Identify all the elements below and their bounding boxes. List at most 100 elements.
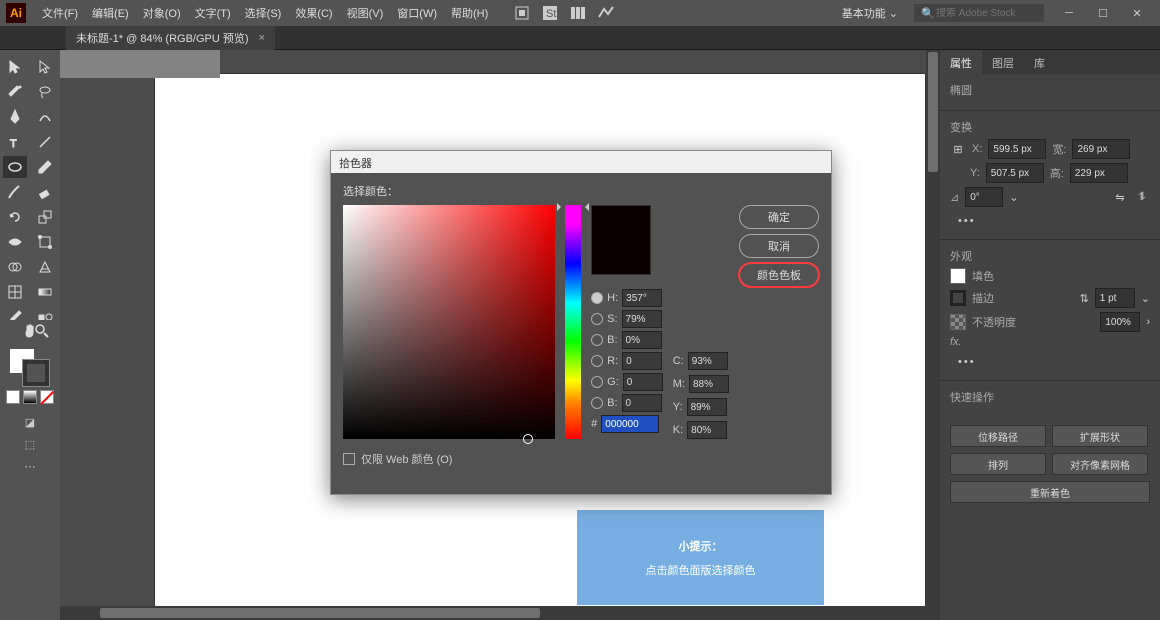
maximize-button[interactable]: ☐ <box>1086 3 1120 23</box>
w-input[interactable] <box>1072 139 1130 159</box>
opacity-dropdown-icon[interactable]: › <box>1146 316 1150 328</box>
y-input[interactable] <box>986 163 1044 183</box>
stroke-color-swatch[interactable] <box>950 290 966 306</box>
b2-input[interactable] <box>622 394 662 412</box>
close-button[interactable]: ✕ <box>1120 3 1154 23</box>
color-mode-none[interactable] <box>40 390 54 404</box>
b2-radio[interactable] <box>591 397 603 409</box>
direct-selection-tool[interactable] <box>33 56 57 78</box>
h-input[interactable] <box>622 289 662 307</box>
web-colors-checkbox[interactable] <box>343 453 355 465</box>
color-mode-solid[interactable] <box>6 390 20 404</box>
angle-input[interactable] <box>965 187 1003 207</box>
selection-tool[interactable] <box>3 56 27 78</box>
link-icon[interactable] <box>950 166 964 180</box>
scale-tool[interactable] <box>33 206 57 228</box>
curvature-tool[interactable] <box>33 106 57 128</box>
pixel-align-button[interactable]: 对齐像素网格 <box>1052 453 1148 475</box>
eraser-tool[interactable] <box>33 181 57 203</box>
flip-h-icon[interactable]: ⇋ <box>1112 189 1128 205</box>
zoom-tool[interactable] <box>32 320 52 342</box>
share-icon[interactable] <box>514 5 530 21</box>
tab-layers[interactable]: 图层 <box>982 50 1024 74</box>
lasso-tool[interactable] <box>33 81 57 103</box>
gradient-tool[interactable] <box>33 281 57 303</box>
scrollbar-vertical[interactable] <box>926 50 940 620</box>
sv-cursor[interactable] <box>523 434 533 444</box>
menu-file[interactable]: 文件(F) <box>36 1 84 25</box>
screenmode-icon[interactable]: ⬚ <box>22 436 38 452</box>
menu-edit[interactable]: 编辑(E) <box>86 1 135 25</box>
arrange-button[interactable]: 排列 <box>950 453 1046 475</box>
reference-point-icon[interactable]: ⊞ <box>950 141 966 157</box>
stock-search-input[interactable] <box>936 8 1036 19</box>
perspective-tool[interactable] <box>33 256 57 278</box>
g-radio[interactable] <box>591 376 603 388</box>
transform-more-icon[interactable]: ••• <box>950 211 1150 231</box>
stroke-stepper-icon[interactable]: ⇅ <box>1080 292 1089 305</box>
document-tab[interactable]: 未标题-1* @ 84% (RGB/GPU 预览) × <box>66 26 275 50</box>
menu-type[interactable]: 文字(T) <box>189 1 237 25</box>
ellipse-tool[interactable] <box>3 156 27 178</box>
stroke-dropdown-icon[interactable]: ⌄ <box>1141 292 1150 305</box>
paintbrush-tool[interactable] <box>3 181 27 203</box>
line-tool[interactable] <box>33 131 57 153</box>
fill-color-swatch[interactable] <box>950 268 966 284</box>
rotate-tool[interactable] <box>3 206 27 228</box>
m-input[interactable] <box>689 375 729 393</box>
gpu-icon[interactable] <box>598 5 614 21</box>
appearance-more-icon[interactable]: ••• <box>950 352 1150 372</box>
k-input[interactable] <box>687 421 727 439</box>
expand-shape-button[interactable]: 扩展形状 <box>1052 425 1148 447</box>
arrange-icon[interactable] <box>570 5 586 21</box>
r-input[interactable] <box>622 352 662 370</box>
b-input[interactable] <box>622 331 662 349</box>
menu-help[interactable]: 帮助(H) <box>445 1 494 25</box>
recolor-button[interactable]: 重新着色 <box>950 481 1150 503</box>
pen-tool[interactable] <box>3 106 27 128</box>
menu-object[interactable]: 对象(O) <box>137 1 187 25</box>
angle-dropdown-icon[interactable]: ⌄ <box>1009 191 1018 204</box>
offset-path-button[interactable]: 位移路径 <box>950 425 1046 447</box>
h-input[interactable] <box>1070 163 1128 183</box>
drawmode-icon[interactable]: ◪ <box>22 414 38 430</box>
stroke-weight-input[interactable] <box>1095 288 1135 308</box>
opacity-swatch[interactable] <box>950 314 966 330</box>
c-input[interactable] <box>688 352 728 370</box>
width-tool[interactable] <box>3 231 27 253</box>
stroke-swatch[interactable] <box>23 360 49 386</box>
s-input[interactable] <box>622 310 662 328</box>
ycmyk-input[interactable] <box>687 398 727 416</box>
freetransform-tool[interactable] <box>33 231 57 253</box>
ok-button[interactable]: 确定 <box>739 205 819 229</box>
saturation-value-field[interactable] <box>343 205 555 439</box>
flip-v-icon[interactable]: ⥮ <box>1134 189 1150 205</box>
tab-properties[interactable]: 属性 <box>940 50 982 74</box>
hue-slider[interactable] <box>565 205 581 439</box>
fill-stroke-swatches[interactable] <box>5 348 55 388</box>
fx-label[interactable]: fx. <box>950 336 962 348</box>
cancel-button[interactable]: 取消 <box>739 234 819 258</box>
tab-close-icon[interactable]: × <box>259 32 265 44</box>
s-radio[interactable] <box>591 313 603 325</box>
g-input[interactable] <box>623 373 663 391</box>
tab-libraries[interactable]: 库 <box>1024 50 1055 74</box>
hex-input[interactable] <box>601 415 659 433</box>
mesh-tool[interactable] <box>3 281 27 303</box>
stock-icon[interactable]: St <box>542 5 558 21</box>
x-input[interactable] <box>988 139 1046 159</box>
menu-window[interactable]: 窗口(W) <box>391 1 443 25</box>
r-radio[interactable] <box>591 355 603 367</box>
color-mode-gradient[interactable] <box>23 390 37 404</box>
menu-effect[interactable]: 效果(C) <box>289 1 338 25</box>
minimize-button[interactable]: ─ <box>1052 3 1086 23</box>
scrollbar-horizontal[interactable] <box>60 606 926 620</box>
stock-search[interactable]: 🔍 <box>914 4 1044 22</box>
edit-toolbar-icon[interactable]: ⋯ <box>22 458 38 474</box>
workspace-switcher[interactable]: 基本功能 ⌄ <box>834 1 906 25</box>
menu-view[interactable]: 视图(V) <box>341 1 390 25</box>
pencil-tool[interactable] <box>33 156 57 178</box>
menu-select[interactable]: 选择(S) <box>239 1 288 25</box>
swatches-button[interactable]: 颜色色板 <box>739 263 819 287</box>
shapebuilder-tool[interactable] <box>3 256 27 278</box>
